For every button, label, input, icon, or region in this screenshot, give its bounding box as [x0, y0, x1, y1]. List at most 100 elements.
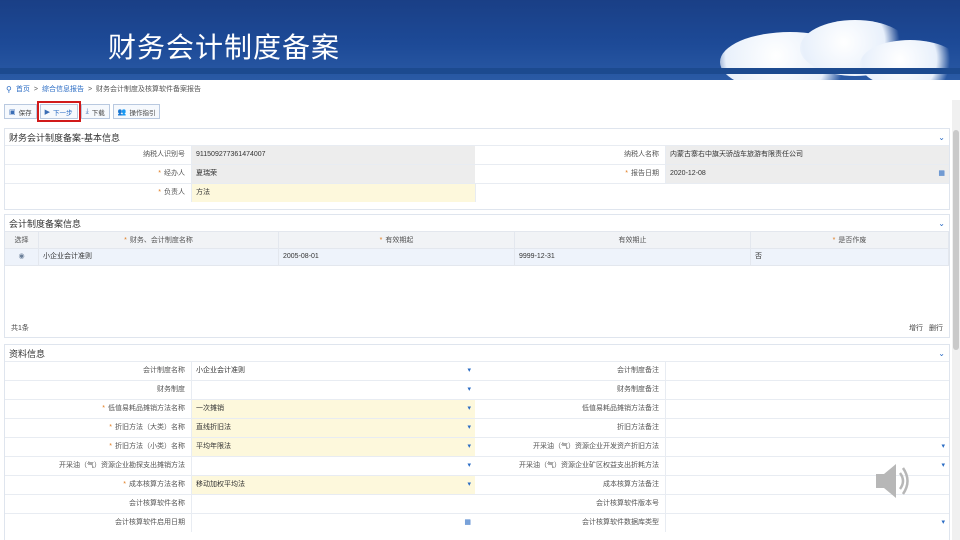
principal-field[interactable]: 方法 — [191, 184, 475, 202]
delete-row-button[interactable]: 删行 — [929, 323, 943, 333]
panel-title: 会计制度备案信息 — [9, 218, 82, 229]
field-label: 开采油（气）资源企业开发资产折旧方法 — [475, 438, 665, 456]
breadcrumb-section[interactable]: 综合信息报告 — [42, 84, 84, 94]
filing-info-header[interactable]: 会计制度备案信息 ⌄ — [5, 215, 949, 231]
materials-header[interactable]: 资料信息 ⌄ — [5, 345, 949, 361]
next-step-button[interactable]: ▶ 下一步 — [36, 101, 81, 122]
caret-down-icon[interactable]: ▾ — [467, 457, 471, 475]
field-label: 折旧方法备注 — [475, 419, 665, 437]
add-row-button[interactable]: 增行 — [909, 323, 923, 333]
cloud-decoration — [860, 40, 960, 80]
field-value[interactable]: 移动加权平均法 ▾ — [191, 476, 475, 494]
caret-down-icon[interactable]: ▾ — [467, 419, 471, 437]
chevron-down-icon[interactable]: ⌄ — [938, 219, 945, 228]
caret-down-icon[interactable]: ▾ — [467, 400, 471, 418]
taxpayer-name-field: 内蒙古寨右中旗天骄战车旅游有限责任公司 — [665, 146, 949, 164]
calendar-icon[interactable]: ▦ — [464, 514, 471, 532]
field-label: 低值易耗品摊销方法备注 — [475, 400, 665, 418]
field-value[interactable]: 一次摊销 ▾ — [191, 400, 475, 418]
field-label: 会计制度名称 — [5, 362, 191, 380]
materials-row: * 低值易耗品摊销方法名称 一次摊销 ▾ 低值易耗品摊销方法备注 — [5, 399, 949, 418]
breadcrumb-separator: > — [87, 85, 93, 93]
handler-field: 夏瑞荣 — [191, 165, 475, 183]
field-label: 财务制度备注 — [475, 381, 665, 399]
materials-row: 财务制度 ▾ 财务制度备注 — [5, 380, 949, 399]
caret-down-icon[interactable]: ▾ — [467, 476, 471, 494]
field-value[interactable]: 小企业会计准则 ▾ — [191, 362, 475, 380]
handler-label: * 经办人 — [5, 165, 191, 183]
download-icon: ⤓ — [85, 107, 89, 115]
table-cell: 小企业会计准则 — [39, 249, 279, 265]
field-label: * 成本核算方法名称 — [5, 476, 191, 494]
caret-down-icon[interactable]: ▾ — [467, 362, 471, 380]
column-header: 选择 — [5, 232, 39, 248]
field-value[interactable] — [665, 362, 949, 380]
caret-down-icon[interactable]: ▾ — [941, 514, 945, 532]
save-label: 保存 — [18, 109, 32, 117]
caret-down-icon[interactable]: ▾ — [467, 381, 471, 399]
slide-banner: 财务会计制度备案 — [0, 0, 960, 80]
table-row[interactable]: ◉ 小企业会计准则 2005-08-01 9999-12-31 否 — [5, 249, 949, 266]
calendar-icon[interactable]: ▦ — [938, 165, 945, 183]
table-footer: 共1条 增行 删行 — [11, 323, 943, 333]
empty-cell — [475, 184, 949, 202]
field-value[interactable]: ▦ — [191, 514, 475, 532]
breadcrumb-separator: > — [33, 85, 38, 93]
field-label: 成本核算方法备注 — [475, 476, 665, 494]
field-value[interactable]: ▾ — [191, 381, 475, 399]
users-icon: 👥 — [117, 108, 127, 116]
caret-down-icon[interactable]: ▾ — [467, 438, 471, 456]
field-value[interactable]: ▾ — [665, 514, 949, 532]
breadcrumb-home[interactable]: 首页 — [16, 84, 30, 94]
basic-info-header[interactable]: 财务会计制度备案-基本信息 ⌄ — [5, 129, 949, 145]
materials-row: 会计核算软件启用日期 ▦ 会计核算软件数据库类型 ▾ — [5, 513, 949, 532]
field-value[interactable]: ▾ — [665, 438, 949, 456]
report-date-field[interactable]: 2020-12-08 ▦ — [665, 165, 949, 183]
toolbar: ▣ 保存 ▶ 下一步 ⤓ 下载 👥 操作指引 — [4, 101, 161, 122]
caret-down-icon[interactable]: ▾ — [941, 438, 945, 456]
table-cell: 9999-12-31 — [515, 249, 751, 265]
principal-label: * 负责人 — [5, 184, 191, 202]
table-header: 选择 * 财务、会计制度名称 * 有效期起 有效期止 * 是否作废 — [5, 231, 949, 249]
record-count: 共1条 — [11, 325, 29, 332]
page-scrollbar[interactable] — [952, 100, 960, 540]
field-value[interactable]: ▾ — [191, 457, 475, 475]
caret-down-icon[interactable]: ▾ — [941, 457, 945, 475]
banner-band — [0, 68, 960, 74]
row-select-radio[interactable]: ◉ — [5, 249, 39, 265]
field-value[interactable] — [191, 495, 475, 513]
field-value[interactable] — [665, 419, 949, 437]
field-label: * 折旧方法（小类）名称 — [5, 438, 191, 456]
breadcrumb: ⚲ 首页 > 综合信息报告 > 财务会计制度及核算软件备案报告 — [6, 84, 201, 94]
play-icon: ▶ — [44, 108, 51, 116]
filing-info-panel: 会计制度备案信息 ⌄ 选择 * 财务、会计制度名称 * 有效期起 有效期止 * 是否作… — [4, 214, 950, 338]
location-pin-icon: ⚲ — [6, 84, 12, 94]
next-step-label: 下一步 — [53, 109, 73, 117]
materials-row: * 折旧方法（大类）名称 直线折旧法 ▾ 折旧方法备注 — [5, 418, 949, 437]
chevron-down-icon[interactable]: ⌄ — [938, 349, 945, 358]
taxpayer-id-field: 911509277361474007 — [191, 146, 475, 164]
chevron-down-icon[interactable]: ⌄ — [938, 133, 945, 142]
field-value[interactable]: 平均年限法 ▾ — [191, 438, 475, 456]
materials-panel: 资料信息 ⌄ 会计制度名称 小企业会计准则 ▾ 会计制度备注 财务制度 ▾ 财务制度备注 * 低… — [4, 344, 950, 540]
field-label: * 折旧方法（大类）名称 — [5, 419, 191, 437]
download-button[interactable]: ⤓ 下载 — [80, 104, 110, 119]
field-label: 会计核算软件名称 — [5, 495, 191, 513]
taxpayer-id-label: 纳税人识别号 — [5, 146, 191, 164]
guide-label: 操作指引 — [129, 109, 156, 117]
scrollbar-thumb[interactable] — [953, 130, 959, 350]
speaker-icon[interactable] — [872, 458, 912, 504]
materials-row: 会计制度名称 小企业会计准则 ▾ 会计制度备注 — [5, 361, 949, 380]
materials-row: 开采油（气）资源企业勘探支出摊销方法 ▾ 开采油（气）资源企业矿区权益支出折耗方法 ▾ — [5, 456, 949, 475]
materials-row: 会计核算软件名称 会计核算软件版本号 — [5, 494, 949, 513]
basic-info-panel: 财务会计制度备案-基本信息 ⌄ 纳税人识别号 91150927736147400… — [4, 128, 950, 210]
materials-row: * 成本核算方法名称 移动加权平均法 ▾ 成本核算方法备注 — [5, 475, 949, 494]
guide-button[interactable]: 👥 操作指引 — [112, 104, 161, 119]
slide-title: 财务会计制度备案 — [108, 31, 341, 64]
field-value[interactable] — [665, 381, 949, 399]
save-button[interactable]: ▣ 保存 — [4, 104, 37, 119]
table-cell: 2005-08-01 — [279, 249, 515, 265]
field-value[interactable] — [665, 400, 949, 418]
field-label: 开采油（气）资源企业勘探支出摊销方法 — [5, 457, 191, 475]
field-value[interactable]: 直线折旧法 ▾ — [191, 419, 475, 437]
